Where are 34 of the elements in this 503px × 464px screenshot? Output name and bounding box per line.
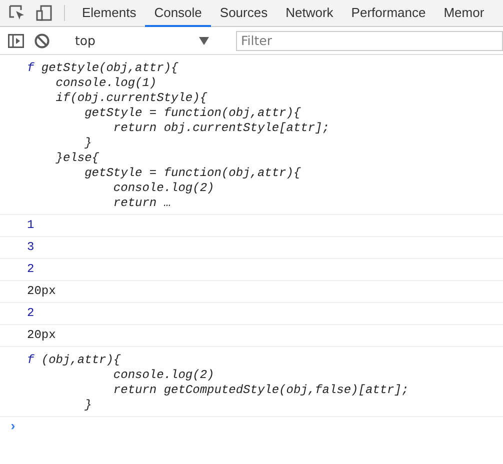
prompt-icon: › (9, 419, 17, 434)
code-line: console.log(2) (112, 181, 216, 196)
code-line: f getStyle(obj,attr){ (27, 61, 180, 76)
code-line: return getComputedStyle(obj,false)[attr]; (112, 383, 410, 398)
log-value: 20px (27, 328, 56, 342)
caret-icon (199, 36, 209, 44)
code-line: }else{ (54, 151, 100, 166)
log-value: 2 (27, 262, 34, 276)
filter-field[interactable]: Filter (236, 30, 503, 50)
code-line: return obj.currentStyle[attr]; (112, 121, 330, 136)
panel-tab[interactable]: Memor (434, 0, 494, 27)
code-line: getStyle = function(obj,attr){ (84, 166, 302, 181)
code-line: f (obj,attr){ (27, 353, 122, 368)
inspect-icon[interactable] (8, 4, 26, 22)
code-line: } (84, 136, 93, 151)
code-line: getStyle = function(obj,attr){ (84, 106, 302, 121)
sidebar-toggle-icon[interactable] (8, 34, 24, 48)
log-value: 3 (27, 240, 34, 254)
panel-tab[interactable]: Performance (342, 0, 435, 27)
log-value: 2 (27, 306, 34, 320)
code-line: console.log(1) (54, 76, 158, 91)
clear-console-icon[interactable] (34, 32, 50, 48)
panel-tab[interactable]: Console (145, 0, 211, 27)
panel-tab[interactable]: Network (276, 0, 342, 27)
code-line: return … (112, 196, 172, 211)
log-value: 20px (27, 284, 56, 298)
log-value: 1 (27, 218, 34, 232)
code-line: console.log(2) (112, 368, 216, 383)
device-icon[interactable] (36, 4, 54, 22)
code-line: if(obj.currentStyle){ (54, 91, 208, 106)
code-line: } (84, 398, 93, 413)
panel-tab[interactable]: Elements (73, 0, 146, 27)
panel-tab[interactable]: Sources (210, 0, 277, 27)
context-select[interactable]: top (69, 33, 219, 48)
